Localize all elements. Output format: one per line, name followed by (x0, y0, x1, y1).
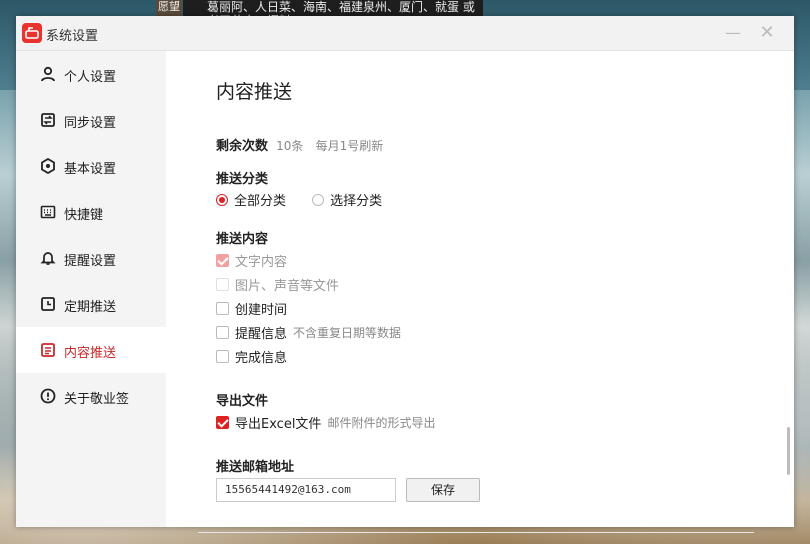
calendar-clock-icon (41, 297, 55, 311)
checkbox-label: 提醒信息 (235, 327, 288, 342)
checkbox-label: 创建时间 (235, 303, 288, 318)
checkbox-export-excel[interactable]: 导出Excel文件 邮件附件的形式导出 (216, 413, 435, 432)
keyboard-icon (40, 205, 56, 219)
checkbox (216, 278, 229, 291)
checkbox-label: 导出Excel文件 (235, 417, 322, 432)
checkbox-label: 完成信息 (235, 351, 288, 366)
remaining-note: 每月1号刷新 (315, 139, 384, 153)
sidebar-item-label: 定期推送 (64, 300, 117, 315)
category-heading: 推送分类 (216, 172, 269, 187)
info-icon (40, 388, 56, 404)
checkbox (216, 254, 229, 267)
divider (198, 532, 754, 533)
sidebar-item-label: 提醒设置 (64, 254, 117, 269)
title-bar: 系统设置 — ✕ (16, 16, 794, 51)
sidebar-item-shortcuts[interactable]: 快捷键 (16, 189, 166, 235)
window-title: 系统设置 (46, 29, 99, 44)
sidebar-item-scheduled-push[interactable]: 定期推送 (16, 281, 166, 327)
sidebar-item-about[interactable]: 关于敬业签 (16, 373, 166, 419)
radio-label: 选择分类 (330, 194, 383, 209)
sidebar-item-reminder[interactable]: 提醒设置 (16, 235, 166, 281)
user-icon (41, 66, 55, 82)
sidebar-item-label: 快捷键 (64, 208, 104, 223)
checkbox[interactable] (216, 302, 229, 315)
checkbox[interactable] (216, 326, 229, 339)
checkbox-completion-info[interactable]: 完成信息 (216, 347, 287, 366)
push-content-heading: 推送内容 (216, 232, 269, 247)
remaining-row: 剩余次数 10条 每月1号刷新 (216, 135, 383, 154)
close-button[interactable]: ✕ (756, 22, 778, 44)
checkbox-created-time[interactable]: 创建时间 (216, 299, 287, 318)
scrollbar[interactable] (787, 427, 790, 475)
radio-button[interactable] (216, 193, 228, 206)
bell-icon (40, 252, 56, 265)
background-window-tab: 愿望 (156, 0, 182, 16)
sidebar-item-label: 同步设置 (64, 116, 117, 131)
sync-icon (41, 113, 55, 127)
checkbox[interactable] (216, 350, 229, 363)
radio-label: 全部分类 (234, 194, 287, 209)
checkbox-label: 图片、声音等文件 (235, 279, 340, 294)
page-title: 内容推送 (216, 81, 293, 103)
sidebar-item-basic[interactable]: 基本设置 (16, 143, 166, 189)
app-logo-icon (22, 23, 42, 43)
settings-icon (41, 158, 55, 174)
export-heading: 导出文件 (216, 394, 269, 409)
sidebar-item-label: 内容推送 (64, 346, 117, 361)
sidebar-item-content-push[interactable]: 内容推送 (16, 327, 166, 373)
sidebar-item-label: 关于敬业签 (64, 392, 130, 407)
background-window-text: 葛丽阿、人日菜、海南、福建泉州、厦门、就蛋 或者天花肉、爆料 (183, 0, 483, 16)
radio-select-categories[interactable]: 选择分类 (312, 192, 383, 209)
settings-window: 系统设置 — ✕ 个人设置 同步设置 基本设置 快捷键 提醒设置 定期推送 内容… (16, 16, 794, 533)
sidebar-item-label: 基本设置 (64, 162, 117, 177)
checkbox-note: 邮件附件的形式导出 (327, 416, 436, 430)
content-panel: 内容推送 剩余次数 10条 每月1号刷新 推送分类 全部分类 选择分类 推送内容… (166, 51, 794, 533)
checkbox[interactable] (216, 416, 229, 429)
category-radio-group: 全部分类 选择分类 (216, 190, 382, 209)
remaining-count: 10条 (276, 139, 304, 153)
remaining-label: 剩余次数 (216, 139, 269, 154)
minimize-button[interactable]: — (722, 22, 744, 44)
checkbox-media-files: 图片、声音等文件 (216, 275, 339, 294)
checkbox-text-content: 文字内容 (216, 251, 287, 270)
sidebar-item-sync[interactable]: 同步设置 (16, 97, 166, 143)
email-heading: 推送邮箱地址 (216, 460, 295, 475)
document-icon (41, 343, 55, 357)
radio-button[interactable] (312, 193, 325, 206)
email-input[interactable]: 15565441492@163.com (216, 478, 396, 502)
sidebar-item-personal[interactable]: 个人设置 (16, 51, 166, 97)
radio-all-categories[interactable]: 全部分类 (216, 192, 290, 209)
checkbox-reminder-info[interactable]: 提醒信息 不含重复日期等数据 (216, 323, 401, 342)
save-button[interactable]: 保存 (406, 478, 480, 502)
checkbox-label: 文字内容 (235, 255, 288, 270)
checkbox-note: 不含重复日期等数据 (293, 326, 402, 340)
sidebar: 个人设置 同步设置 基本设置 快捷键 提醒设置 定期推送 内容推送 关于敬业签 (16, 51, 166, 527)
sidebar-item-label: 个人设置 (64, 70, 117, 85)
